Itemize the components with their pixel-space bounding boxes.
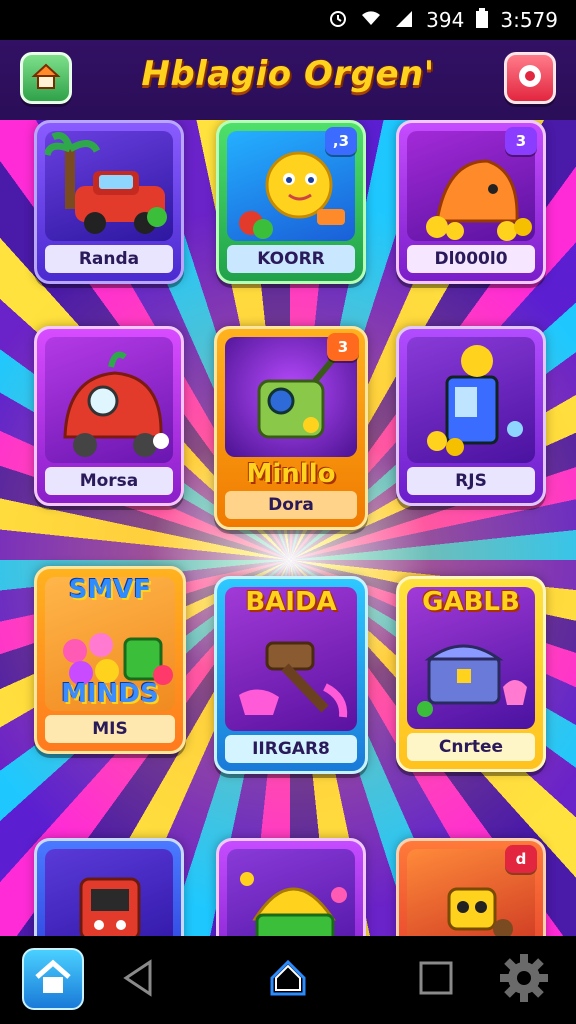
bread-basket-illustration: [240, 872, 347, 936]
game-card-bread[interactable]: [216, 838, 366, 936]
vending-machine-illustration: [427, 345, 523, 456]
card-label: Dora: [225, 491, 357, 519]
card-label: Morsa: [45, 467, 173, 495]
game-card-koorr[interactable]: ,3 KOORR: [216, 120, 366, 284]
card-label: MIS: [45, 715, 175, 743]
card-title: Minllo: [246, 459, 336, 489]
target-icon: [516, 62, 544, 94]
game-card-gablb[interactable]: GABLB Cnrtee: [396, 576, 546, 772]
home-icon: [33, 959, 73, 999]
card-title: BAIDA: [245, 587, 337, 617]
card-label: Randa: [45, 245, 173, 273]
machine-illustration: [63, 351, 169, 457]
alarm-icon: [328, 8, 348, 32]
status-bar: 394 3:579: [0, 0, 576, 40]
home-outline-icon: [266, 956, 310, 1004]
recents-square-icon: [417, 959, 455, 1001]
card-label: IIRGAR8: [225, 735, 357, 763]
game-card-morsa[interactable]: Morsa: [34, 326, 184, 506]
game-card-minllo[interactable]: Minllo 3 Dora: [214, 326, 368, 530]
game-card-robot[interactable]: d: [396, 838, 546, 936]
game-card-baida[interactable]: BAIDA IIRGAR8: [214, 576, 368, 774]
nav-recents-button[interactable]: [408, 952, 464, 1008]
house-icon: [31, 61, 61, 95]
gear-icon: [498, 952, 550, 1008]
game-card-arcade[interactable]: [34, 838, 184, 936]
card-badge: 3: [327, 333, 359, 361]
page-title: Hblagio Orgen': [141, 54, 435, 94]
record-button[interactable]: [504, 52, 556, 104]
back-triangle-icon: [120, 958, 156, 1002]
game-card-dl000l0[interactable]: 3 Dl000l0: [396, 120, 546, 284]
card-title-top: SMVF: [68, 575, 152, 605]
card-title: GABLB: [422, 587, 520, 617]
home-tile-button[interactable]: [20, 52, 72, 104]
card-title-bottom: MINDS: [61, 679, 159, 709]
nav-home-button[interactable]: [22, 948, 84, 1010]
nav-home-circle-button[interactable]: [260, 952, 316, 1008]
bottom-nav: [0, 936, 576, 1024]
card-badge: d: [505, 845, 537, 873]
card-badge: ,3: [325, 127, 357, 155]
game-card-randa[interactable]: Randa: [34, 120, 184, 284]
signal-icon: [394, 9, 414, 31]
wifi-icon: [360, 9, 382, 31]
car-illustration: [45, 132, 167, 234]
app-header: Hblagio Orgen': [0, 40, 576, 120]
card-badge: 3: [505, 127, 537, 155]
card-label: RJS: [407, 467, 535, 495]
card-label: Dl000l0: [407, 245, 535, 273]
battery-level: 394: [426, 8, 465, 32]
nav-back-button[interactable]: [110, 952, 166, 1008]
game-grid: Randa ,3 KOORR 3 Dl000l0 Morsa Minllo 3 …: [0, 120, 576, 936]
game-card-rjs[interactable]: RJS: [396, 326, 546, 506]
card-label: KOORR: [227, 245, 355, 273]
game-card-minds[interactable]: SMVF MINDS MIS: [34, 566, 186, 754]
arcade-illustration: [79, 877, 141, 936]
card-label: Cnrtee: [407, 733, 535, 761]
clock-time: 3:579: [500, 8, 558, 32]
nav-settings-button[interactable]: [496, 952, 552, 1008]
battery-icon: [476, 8, 489, 32]
